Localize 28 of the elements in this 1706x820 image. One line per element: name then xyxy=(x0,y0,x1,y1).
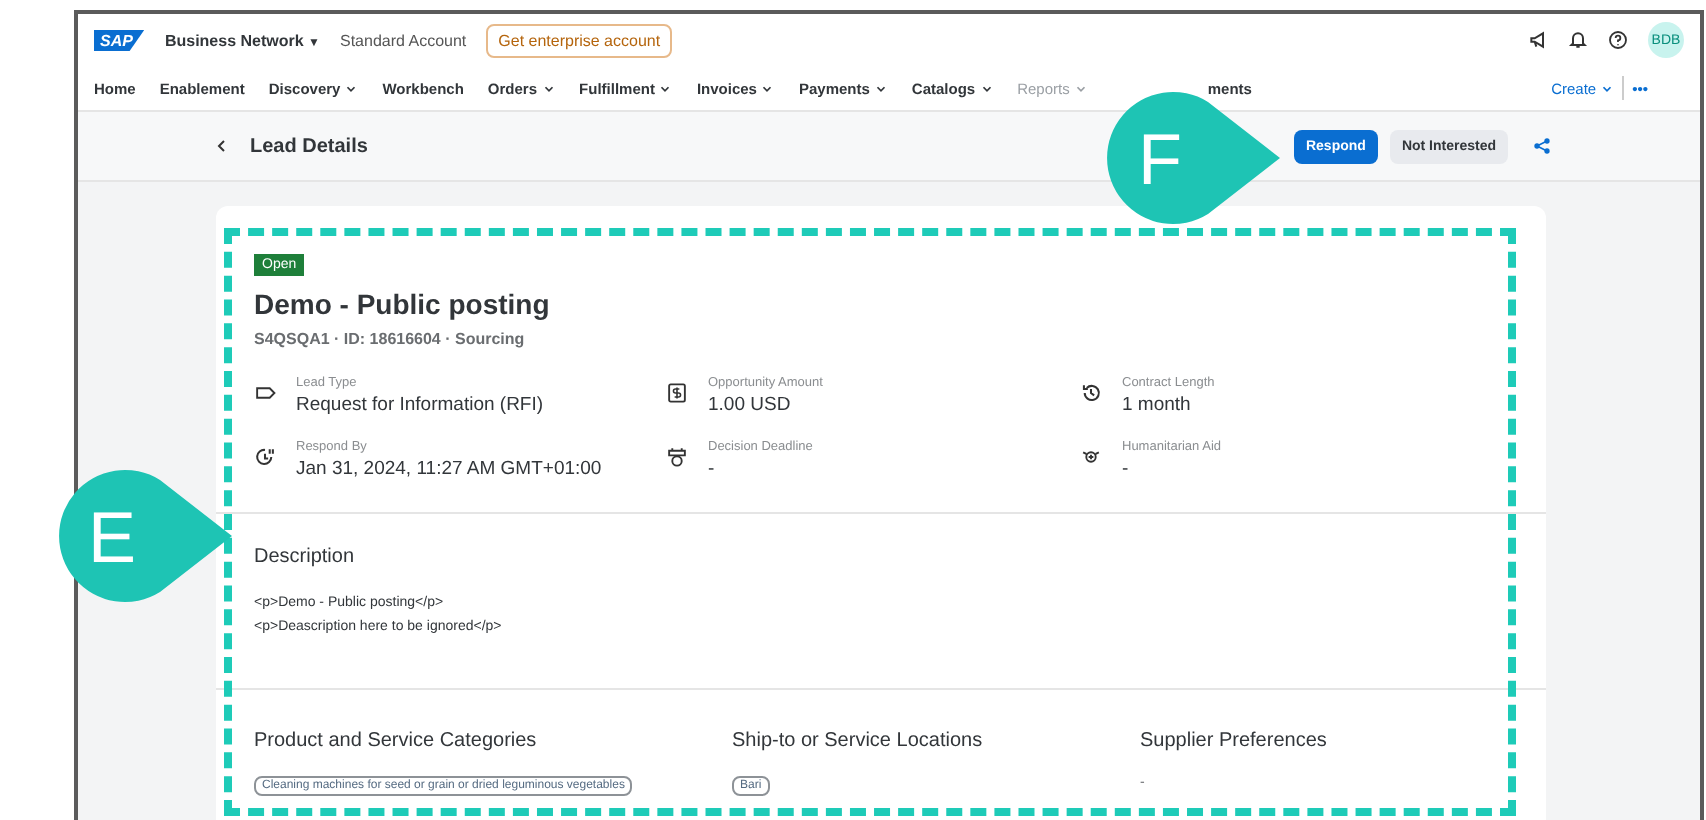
field-value: 1.00 USD xyxy=(708,394,793,416)
page-title: Lead Details xyxy=(250,135,368,157)
back-icon[interactable] xyxy=(214,138,230,154)
chevron-down-icon xyxy=(1600,81,1615,95)
share-icon[interactable] xyxy=(1532,136,1552,156)
field-value: 1 month xyxy=(1122,394,1193,416)
bell-icon[interactable] xyxy=(1568,30,1588,50)
field-value: - xyxy=(708,458,717,480)
account-type: Standard Account xyxy=(339,31,467,49)
sap-logo[interactable]: SAP xyxy=(94,29,145,51)
section-heading: Supplier Preferences xyxy=(1140,730,1327,752)
lead-subtitle: S4QSQA1 · ID: 18616604 · Sourcing xyxy=(254,330,527,348)
upgrade-button[interactable]: Get enterprise account xyxy=(486,23,673,57)
clock-icon xyxy=(254,446,276,468)
field-value: Request for Information (RFI) xyxy=(296,394,544,416)
callout-letter: E xyxy=(88,496,136,578)
field-value: Jan 31, 2024, 11:27 AM GMT+01:00 xyxy=(296,458,602,480)
lead-title: Demo - Public posting xyxy=(254,288,552,320)
section-heading: Product and Service Categories xyxy=(254,730,539,752)
megaphone-icon[interactable] xyxy=(1528,30,1548,50)
money-icon xyxy=(666,382,688,404)
field-value: - xyxy=(1122,458,1131,480)
help-icon[interactable] xyxy=(1608,30,1628,50)
tag-icon xyxy=(254,382,276,404)
callout-letter: F xyxy=(1138,118,1182,200)
history-icon xyxy=(1080,382,1102,404)
section-heading: Description xyxy=(254,546,357,568)
section-heading: Ship-to or Service Locations xyxy=(732,730,985,752)
